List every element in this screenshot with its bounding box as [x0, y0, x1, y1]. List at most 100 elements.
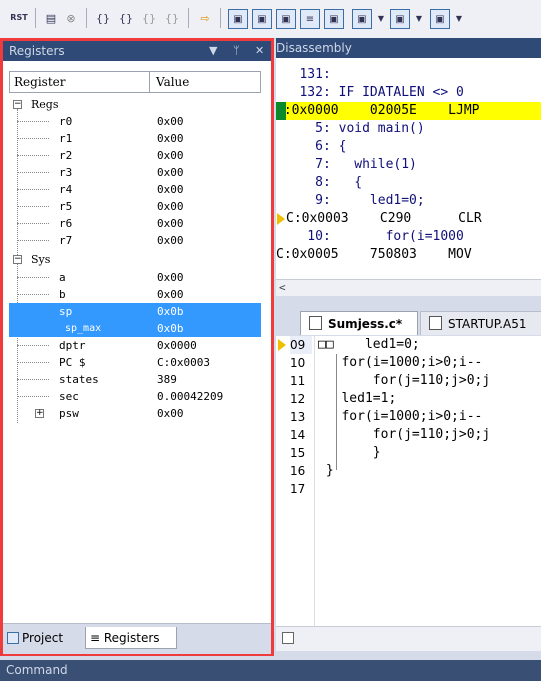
command-window-icon[interactable]: ▣: [228, 9, 248, 29]
tab-sumjess-c[interactable]: Sumjess.c*: [300, 311, 418, 335]
symbols-window-icon[interactable]: ▣: [276, 9, 296, 29]
expand-icon[interactable]: +: [35, 409, 44, 418]
register-value[interactable]: 0x0b: [157, 303, 184, 320]
register-row[interactable]: a 0x00: [9, 269, 261, 286]
register-value[interactable]: 0x00: [157, 405, 184, 422]
source-horizontal-scrollbar[interactable]: [276, 626, 541, 651]
stop-icon[interactable]: ⊗: [62, 9, 80, 27]
source-line[interactable]: □□ led1=0;: [318, 336, 541, 354]
line-number: 12: [290, 392, 306, 406]
register-row[interactable]: PC $ C:0x0003: [9, 354, 261, 371]
disassembly-line[interactable]: 8: {: [276, 174, 541, 192]
column-divider[interactable]: [149, 72, 150, 92]
step-into-icon[interactable]: {}: [94, 9, 112, 27]
disassembly-window-icon[interactable]: ▣: [252, 9, 272, 29]
register-row[interactable]: dptr 0x0000: [9, 337, 261, 354]
tab-project[interactable]: Project: [7, 627, 83, 649]
show-next-statement-icon[interactable]: ⇨: [196, 9, 214, 27]
disassembly-line[interactable]: 9: led1=0;: [276, 192, 541, 210]
scroll-left-icon[interactable]: [282, 632, 294, 644]
disassembly-pane[interactable]: 131: 132: IF IDATALEN <> 0 C:0x0000 0200…: [276, 58, 541, 279]
file-icon: [309, 316, 322, 330]
register-value[interactable]: 0x00: [157, 130, 184, 147]
disassembly-title-bar: Disassembly: [276, 38, 541, 58]
disassembly-line[interactable]: 5: void main(): [276, 120, 541, 138]
step-out-icon[interactable]: ▤: [42, 9, 60, 27]
step-out-disabled-icon[interactable]: {}: [140, 9, 158, 27]
source-line[interactable]: for(j=110;j>0;j: [318, 426, 541, 444]
source-line[interactable]: for(i=1000;i>0;i--: [318, 354, 541, 372]
memory-window-icon[interactable]: ▣: [390, 9, 410, 29]
register-value[interactable]: C:0x0003: [157, 354, 210, 371]
serial-window-icon[interactable]: ▣: [430, 9, 450, 29]
register-value[interactable]: 0x00: [157, 232, 184, 249]
register-row[interactable]: r6 0x00: [9, 215, 261, 232]
source-line[interactable]: }: [318, 444, 541, 462]
pane-menu-icon[interactable]: ▼: [203, 41, 217, 61]
register-value[interactable]: 0x00: [157, 198, 184, 215]
pin-icon[interactable]: ᛘ: [227, 41, 240, 61]
register-value[interactable]: 0x00: [157, 269, 184, 286]
register-row[interactable]: states 389: [9, 371, 261, 388]
register-value[interactable]: 0x0000: [157, 337, 197, 354]
register-value[interactable]: 0x00: [157, 181, 184, 198]
file-icon: [429, 316, 442, 330]
tab-registers[interactable]: ≡ Registers: [85, 627, 177, 649]
register-value[interactable]: 0.00042209: [157, 388, 223, 405]
register-row-selected[interactable]: sp 0x0b: [9, 303, 261, 320]
disassembly-line[interactable]: C:0x0005 750803 MOV: [276, 246, 541, 264]
register-value[interactable]: 0x0b: [157, 320, 184, 337]
disassembly-line[interactable]: 6: {: [276, 138, 541, 156]
register-value[interactable]: 0x00: [157, 215, 184, 232]
disassembly-line[interactable]: 7: while(1): [276, 156, 541, 174]
step-over-icon[interactable]: {}: [117, 9, 135, 27]
source-editor[interactable]: 09 10 11 12 13 14 15 16 17 □□ led1=0; fo…: [276, 336, 541, 626]
disassembly-line[interactable]: 131:: [276, 66, 541, 84]
register-row[interactable]: r4 0x00: [9, 181, 261, 198]
chevron-down-icon[interactable]: ▼: [372, 9, 390, 27]
register-row[interactable]: r3 0x00: [9, 164, 261, 181]
tab-startup-a51[interactable]: STARTUP.A51: [420, 311, 541, 335]
register-row[interactable]: r7 0x00: [9, 232, 261, 249]
source-line[interactable]: }: [318, 462, 541, 480]
register-value[interactable]: 389: [157, 371, 177, 388]
close-icon[interactable]: ✕: [249, 41, 264, 61]
call-stack-icon[interactable]: ▣: [324, 9, 344, 29]
register-row[interactable]: sec 0.00042209: [9, 388, 261, 405]
register-row[interactable]: + psw 0x00: [9, 405, 261, 422]
register-row[interactable]: r0 0x00: [9, 113, 261, 130]
value-column-header[interactable]: Value: [156, 75, 189, 89]
disassembly-line[interactable]: C:0x0003 C290 CLR: [286, 210, 541, 228]
collapse-icon[interactable]: −: [13, 100, 22, 109]
register-value[interactable]: 0x00: [157, 113, 184, 130]
register-row[interactable]: r2 0x00: [9, 147, 261, 164]
source-line[interactable]: for(i=1000;i>0;i--: [318, 408, 541, 426]
group-sys[interactable]: − Sys: [9, 251, 261, 268]
register-row[interactable]: r5 0x00: [9, 198, 261, 215]
disassembly-line[interactable]: 10: for(i=1000: [276, 228, 541, 246]
chevron-down-icon[interactable]: ▼: [450, 9, 468, 27]
disassembly-line-current[interactable]: C:0x0000 02005E LJMP: [276, 102, 541, 120]
disassembly-horizontal-scrollbar[interactable]: <: [276, 279, 541, 297]
collapse-icon[interactable]: −: [13, 255, 22, 264]
register-column-header[interactable]: Register: [14, 75, 65, 89]
register-value[interactable]: 0x00: [157, 164, 184, 181]
disassembly-line[interactable]: 132: IF IDATALEN <> 0: [276, 84, 541, 102]
line-number: 13: [290, 410, 306, 424]
reset-button[interactable]: RST: [10, 9, 28, 27]
source-line[interactable]: for(j=110;j>0;j: [318, 372, 541, 390]
run-to-cursor-icon[interactable]: {}: [163, 9, 181, 27]
register-row[interactable]: b 0x00: [9, 286, 261, 303]
group-regs[interactable]: − Regs: [9, 96, 261, 113]
watch-window-icon[interactable]: ▣: [352, 9, 372, 29]
registers-pane: Registers ▼ ᛘ ✕ Register Value − Regs r0…: [0, 38, 274, 656]
register-value[interactable]: 0x00: [157, 286, 184, 303]
source-line[interactable]: [318, 480, 541, 498]
register-row-selected[interactable]: sp_max 0x0b: [9, 320, 261, 337]
scroll-left-icon[interactable]: <: [279, 281, 286, 294]
chevron-down-icon[interactable]: ▼: [410, 9, 428, 27]
register-row[interactable]: r1 0x00: [9, 130, 261, 147]
source-line[interactable]: led1=1;: [318, 390, 541, 408]
registers-window-icon[interactable]: ≡: [300, 9, 320, 29]
register-value[interactable]: 0x00: [157, 147, 184, 164]
